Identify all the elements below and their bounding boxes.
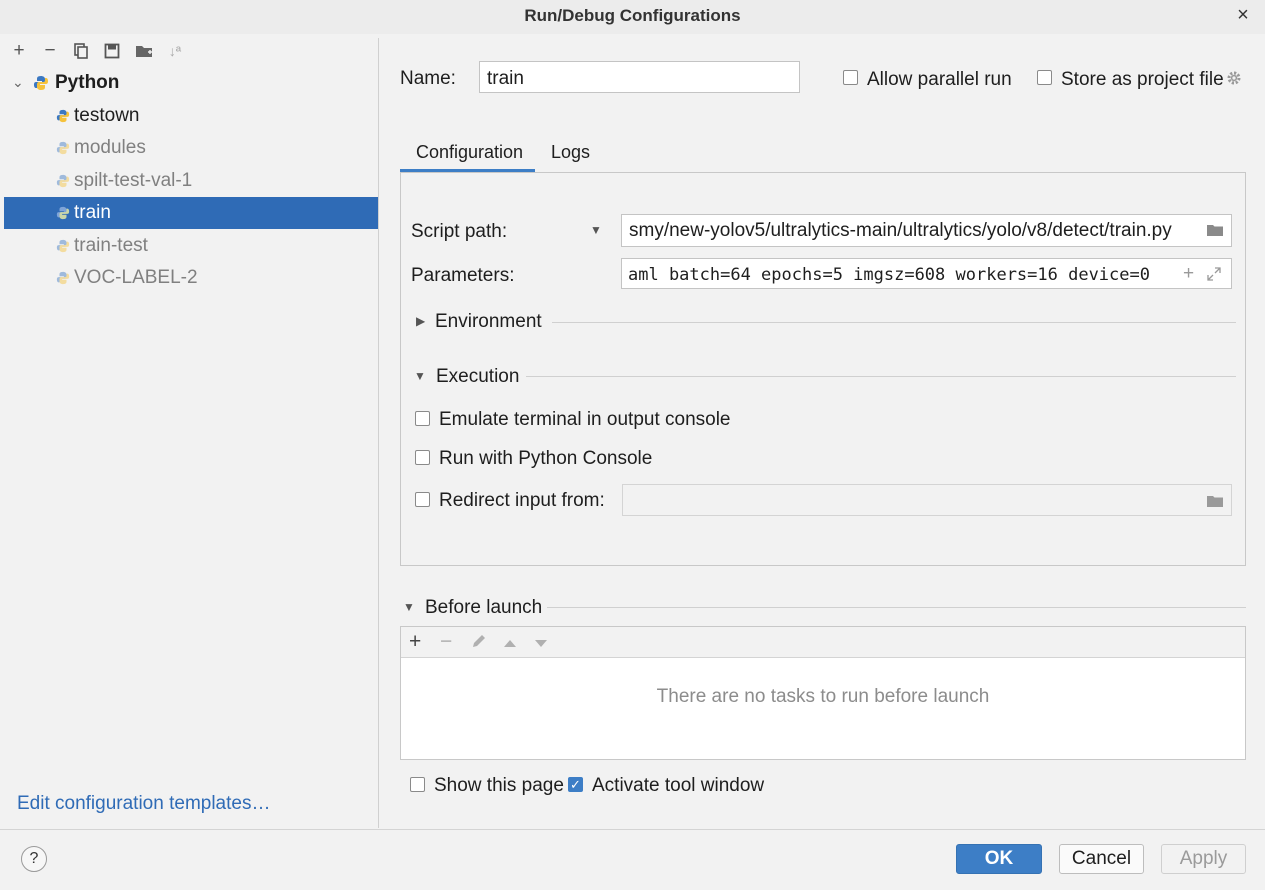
window-title: Run/Debug Configurations bbox=[0, 0, 1265, 34]
before-launch-toolbar bbox=[401, 627, 1245, 658]
run-with-python-console-label: Run with Python Console bbox=[439, 448, 653, 469]
expand-icon[interactable] bbox=[1207, 264, 1225, 284]
tree-item-train-test[interactable]: train-test bbox=[4, 230, 378, 262]
save-icon[interactable] bbox=[101, 40, 123, 62]
tree-item-train[interactable]: train bbox=[4, 197, 378, 229]
run-with-python-console-checkbox[interactable] bbox=[415, 450, 430, 465]
tab-configuration[interactable]: Configuration bbox=[416, 142, 523, 163]
edit-task-icon[interactable] bbox=[471, 633, 487, 654]
tab-logs[interactable]: Logs bbox=[551, 142, 590, 163]
ok-button[interactable]: OK bbox=[956, 844, 1042, 874]
allow-parallel-label: Allow parallel run bbox=[867, 69, 1012, 90]
show-this-page-checkbox[interactable] bbox=[410, 777, 425, 792]
tree-item-voc-label-2[interactable]: VOC-LABEL-2 bbox=[4, 262, 378, 294]
gear-icon[interactable] bbox=[1226, 70, 1242, 91]
tree-root-python[interactable]: Python bbox=[55, 72, 119, 94]
divider bbox=[552, 322, 1236, 323]
python-icon bbox=[56, 271, 70, 285]
script-path-value: smy/new-yolov5/ultralytics-main/ultralyt… bbox=[629, 220, 1172, 241]
redirect-input-label: Redirect input from: bbox=[439, 490, 605, 511]
python-icon bbox=[56, 206, 70, 220]
before-launch-label[interactable]: Before launch bbox=[425, 597, 542, 619]
store-project-file-label: Store as project file bbox=[1061, 69, 1224, 90]
redirect-input-checkbox[interactable] bbox=[415, 492, 430, 507]
redirect-input-field[interactable] bbox=[622, 484, 1232, 516]
name-label: Name: bbox=[400, 68, 456, 89]
collapsed-chevron-icon[interactable]: ▶ bbox=[416, 314, 425, 328]
expanded-chevron-icon[interactable]: ▼ bbox=[403, 600, 415, 614]
tree-item-spilt-test-val-1[interactable]: spilt-test-val-1 bbox=[4, 165, 378, 197]
close-icon[interactable]: × bbox=[1230, 4, 1256, 28]
panel-divider bbox=[378, 38, 379, 828]
add-task-icon[interactable]: + bbox=[409, 630, 421, 654]
execution-section-label[interactable]: Execution bbox=[436, 366, 519, 388]
parameters-field[interactable]: aml batch=64 epochs=5 imgsz=608 workers=… bbox=[621, 258, 1232, 289]
activate-tool-window-checkbox[interactable]: ✓ bbox=[568, 777, 583, 792]
python-icon bbox=[56, 174, 70, 188]
emulate-terminal-label: Emulate terminal in output console bbox=[439, 409, 731, 430]
divider bbox=[526, 376, 1236, 377]
copy-icon[interactable] bbox=[70, 40, 92, 62]
tree-item-modules[interactable]: modules bbox=[4, 132, 378, 164]
cancel-button[interactable]: Cancel bbox=[1059, 844, 1144, 874]
activate-tool-window-label: Activate tool window bbox=[592, 775, 765, 796]
python-icon bbox=[33, 75, 49, 96]
add-icon[interactable]: + bbox=[8, 40, 30, 62]
apply-button[interactable]: Apply bbox=[1161, 844, 1246, 874]
python-icon bbox=[56, 141, 70, 155]
python-icon bbox=[56, 109, 70, 123]
name-field[interactable]: train bbox=[479, 61, 800, 93]
tree-item-label: spilt-test-val-1 bbox=[74, 170, 193, 191]
store-project-file-checkbox[interactable] bbox=[1037, 70, 1052, 85]
expanded-chevron-icon[interactable]: ▼ bbox=[414, 369, 426, 383]
divider bbox=[547, 607, 1246, 608]
move-down-icon[interactable] bbox=[534, 636, 548, 654]
tree-item-label: train-test bbox=[74, 235, 148, 256]
no-tasks-message: There are no tasks to run before launch bbox=[656, 686, 990, 707]
tree-item-label: VOC-LABEL-2 bbox=[74, 267, 198, 288]
parameters-label: Parameters: bbox=[411, 265, 515, 286]
parameters-value: aml batch=64 epochs=5 imgsz=608 workers=… bbox=[628, 265, 1150, 285]
expand-chevron-icon[interactable]: ⌄ bbox=[12, 74, 24, 91]
script-path-label: Script path: bbox=[411, 221, 508, 242]
remove-task-icon[interactable]: − bbox=[440, 630, 452, 654]
allow-parallel-checkbox[interactable] bbox=[843, 70, 858, 85]
move-up-icon[interactable] bbox=[503, 635, 517, 653]
footer-divider bbox=[0, 829, 1265, 830]
tree-item-label: train bbox=[74, 202, 111, 223]
folder-icon[interactable] bbox=[1207, 223, 1223, 241]
tree-item-label: modules bbox=[74, 137, 146, 158]
remove-icon[interactable]: − bbox=[39, 40, 61, 62]
tree-item-testown[interactable]: testown bbox=[4, 100, 378, 132]
emulate-terminal-checkbox[interactable] bbox=[415, 411, 430, 426]
tree-item-label: testown bbox=[74, 105, 140, 126]
edit-configuration-templates-link[interactable]: Edit configuration templates… bbox=[17, 793, 270, 815]
script-type-dropdown-icon[interactable]: ▼ bbox=[590, 223, 602, 237]
folder-icon[interactable] bbox=[1207, 494, 1223, 512]
add-macro-icon[interactable]: + bbox=[1183, 263, 1195, 285]
sort-icon[interactable]: ↓ª bbox=[164, 40, 186, 62]
help-icon[interactable]: ? bbox=[21, 846, 47, 872]
script-path-field[interactable]: smy/new-yolov5/ultralytics-main/ultralyt… bbox=[621, 214, 1232, 247]
show-this-page-label: Show this page bbox=[434, 775, 564, 796]
new-folder-icon[interactable] bbox=[133, 40, 155, 62]
environment-section-label[interactable]: Environment bbox=[435, 311, 542, 333]
python-icon bbox=[56, 239, 70, 253]
